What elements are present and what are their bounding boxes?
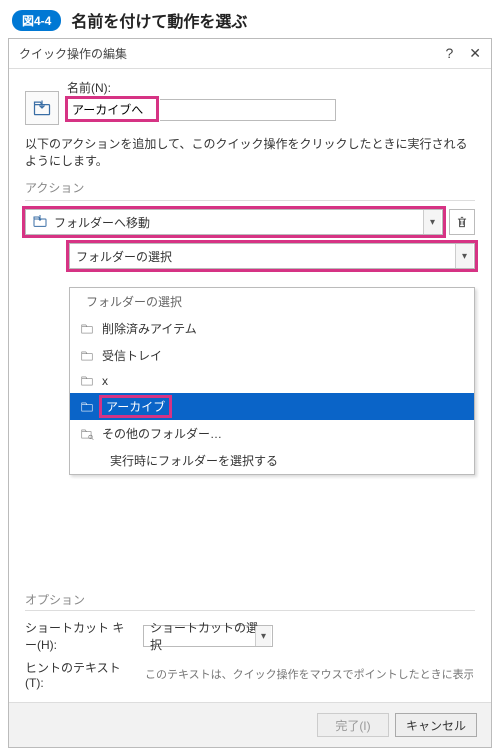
dropdown-item[interactable]: 受信トレイ [70, 342, 474, 369]
dialog-title: クイック操作の編集 [19, 45, 127, 62]
folder-dropdown-list: フォルダーの選択 削除済みアイテム 受信トレイ x アーカイブ その他のフォルダ… [69, 287, 475, 475]
add-action-button[interactable]: アク [25, 262, 53, 284]
folder-select[interactable]: フォルダーの選択 ▾ [69, 243, 475, 269]
move-to-folder-icon [32, 213, 48, 232]
folder-icon [80, 322, 94, 336]
dialog-titlebar: クイック操作の編集 ? ✕ [9, 39, 491, 69]
section-action-label: アクション [25, 179, 475, 196]
action-select-value: フォルダーへ移動 [54, 214, 150, 231]
quickstep-icon-button[interactable] [25, 91, 59, 125]
chevron-down-icon[interactable]: ▾ [455, 244, 473, 268]
dropdown-item-selected[interactable]: アーカイブ [70, 393, 474, 420]
trash-icon [455, 215, 469, 229]
cancel-button[interactable]: キャンセル [395, 713, 477, 737]
figure-title: 名前を付けて動作を選ぶ [71, 8, 247, 32]
section-option-label: オプション [25, 591, 475, 608]
folder-search-icon [80, 427, 94, 441]
dropdown-item-label: 受信トレイ [102, 347, 162, 364]
close-button[interactable]: ✕ [469, 45, 481, 62]
folder-icon [80, 400, 94, 414]
name-input-extend[interactable] [160, 99, 336, 121]
help-button[interactable]: ? [445, 45, 453, 62]
delete-action-button[interactable] [449, 209, 475, 235]
dialog-footer: 完了(I) キャンセル [9, 702, 491, 747]
dropdown-item[interactable]: x [70, 369, 474, 393]
move-to-folder-icon [32, 98, 52, 118]
dialog-edit-quick-step: クイック操作の編集 ? ✕ 名前(N): 以下のアクションを追 [8, 38, 492, 748]
folder-select-value: フォルダーの選択 [76, 248, 172, 265]
hint-text-input[interactable] [143, 668, 475, 682]
figure-caption: 図4-4 名前を付けて動作を選ぶ [0, 0, 500, 38]
section-rule [25, 200, 475, 201]
instruction-text: 以下のアクションを追加して、このクイック操作をクリックしたときに実行されるように… [25, 135, 475, 169]
shortcut-select[interactable]: ショートカットの選択 ▾ [143, 625, 273, 647]
figure-badge: 図4-4 [12, 10, 61, 31]
shortcut-label: ショートカット キー(H): [25, 619, 135, 653]
dropdown-item-label: アーカイブ [102, 398, 169, 415]
name-label: 名前(N): [67, 79, 475, 96]
dropdown-item-label: その他のフォルダー… [102, 425, 222, 442]
dropdown-item-other[interactable]: その他のフォルダー… [70, 420, 474, 447]
chevron-down-icon[interactable]: ▾ [423, 210, 441, 234]
section-rule [25, 610, 475, 611]
dropdown-item-label: 実行時にフォルダーを選択する [110, 452, 278, 469]
action-select[interactable]: フォルダーへ移動 ▾ [25, 209, 443, 235]
dropdown-item-label: x [102, 374, 108, 388]
dropdown-header: フォルダーの選択 [70, 288, 474, 315]
dropdown-item-label: 削除済みアイテム [102, 320, 197, 337]
shortcut-select-value: ショートカットの選択 [150, 619, 266, 653]
folder-icon [80, 349, 94, 363]
finish-button[interactable]: 完了(I) [317, 713, 389, 737]
dropdown-item[interactable]: 削除済みアイテム [70, 315, 474, 342]
chevron-down-icon[interactable]: ▾ [255, 626, 271, 646]
hint-label: ヒントのテキスト(T): [25, 659, 135, 690]
folder-icon [80, 374, 94, 388]
dropdown-item-runtime[interactable]: 実行時にフォルダーを選択する [100, 447, 474, 474]
name-input[interactable] [67, 98, 157, 120]
